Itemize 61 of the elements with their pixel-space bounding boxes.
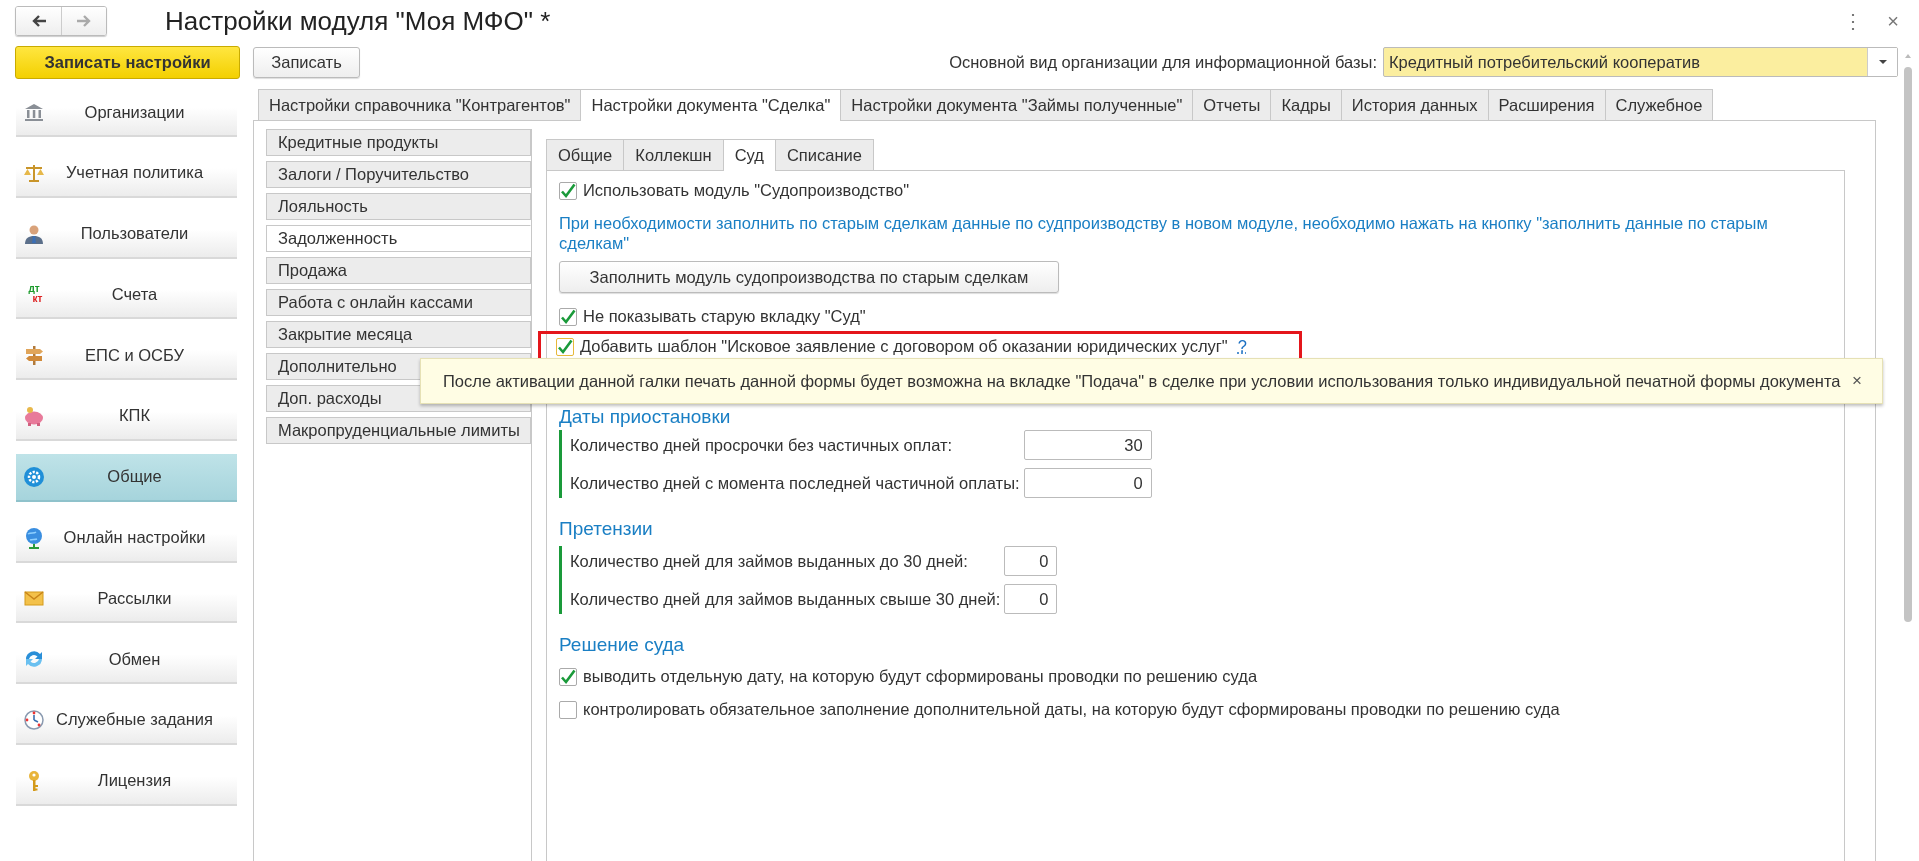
section-tab[interactable]: Макропруденциальные лимиты xyxy=(266,417,531,444)
field-label: Количество дней просрочки без частичных оплат: xyxy=(570,435,954,455)
number-field[interactable]: 0 xyxy=(1004,546,1058,576)
number-field[interactable]: 0 xyxy=(1023,468,1152,498)
field-label: Количество дней с момента последней частичной оплаты: xyxy=(570,473,1020,493)
checkbox[interactable] xyxy=(559,307,577,326)
checkbox-label: Использовать модуль "Судопроизводство" xyxy=(583,181,910,200)
tab[interactable]: Списание xyxy=(774,139,874,170)
clock-icon xyxy=(22,707,46,732)
tab[interactable]: Общие xyxy=(546,139,625,170)
piggy-bank-icon xyxy=(22,404,46,428)
tab[interactable]: Суд xyxy=(722,139,776,171)
info-text: При необходимости заполнить по старым сделкам данные по судпроизводству в новом модуле, необходимо нажать на кнопку "заполнить данные по старым сделкам" xyxy=(559,213,1769,253)
help-link[interactable]: ? xyxy=(1237,337,1247,356)
checkbox-label: Не показывать старую вкладку "Суд" xyxy=(583,307,866,326)
checkbox-label: выводить отдельную дату, на которую будут сформированы проводки по решению суда xyxy=(583,667,1258,686)
section-tab[interactable]: Кредитные продукты xyxy=(266,129,531,156)
section-tab[interactable]: Лояльность xyxy=(266,193,531,220)
section-tab[interactable]: Продажа xyxy=(266,257,531,284)
organization-type-dropdown[interactable]: Кредитный потребительский кооператив xyxy=(1383,47,1898,77)
save-settings-button[interactable]: Записать настройки xyxy=(15,45,240,79)
tab[interactable]: История данных xyxy=(1340,89,1489,120)
section-tab[interactable]: Закрытие месяца xyxy=(266,321,531,348)
more-menu-button[interactable]: ⋮ xyxy=(1843,11,1864,31)
close-button[interactable]: × xyxy=(1887,11,1899,31)
tab[interactable]: Отчеты xyxy=(1192,89,1272,120)
section-tab[interactable]: Задолженность xyxy=(266,225,531,252)
back-button[interactable] xyxy=(16,7,61,35)
section-tab[interactable]: Работа с онлайн кассами xyxy=(266,289,531,316)
debit-credit-icon: дт кт xyxy=(22,284,46,305)
field-label: Количество дней для займов выданных до 30 дней: xyxy=(570,551,969,571)
field-label: Количество дней для займов выданных свыше 30 дней: xyxy=(570,589,1001,609)
tab[interactable]: Служебное xyxy=(1604,89,1714,120)
sidebar-item[interactable]: Общие xyxy=(16,453,237,502)
section-heading: Даты приостановки xyxy=(559,406,731,428)
caret-icon xyxy=(1878,60,1887,64)
section-tab[interactable]: Залоги / Поручительство xyxy=(266,161,531,188)
checkbox[interactable] xyxy=(559,181,577,200)
window-title: Настройки модуля "Моя МФО" * xyxy=(165,5,551,37)
checkbox-label: контролировать обязательное заполнение дополнительной даты, на которую будут сформированы проводки по решению суда xyxy=(583,700,1560,719)
right-arrow-icon xyxy=(76,13,92,29)
fill-module-button[interactable]: Заполнить модуль судопроизводства по старым сделкам xyxy=(559,261,1059,293)
gear-icon xyxy=(22,464,46,489)
number-field[interactable]: 30 xyxy=(1023,430,1152,460)
close-button[interactable]: × xyxy=(1852,371,1862,391)
checkbox[interactable] xyxy=(556,337,574,356)
tab[interactable]: Коллекшн xyxy=(623,139,724,170)
checkbox[interactable] xyxy=(559,700,577,719)
save-button[interactable]: Записать xyxy=(253,46,360,78)
section-heading: Решение суда xyxy=(559,634,685,656)
number-field[interactable]: 0 xyxy=(1004,584,1058,614)
tab[interactable]: Настройки документа "Сделка" xyxy=(580,89,842,121)
checkbox[interactable] xyxy=(559,667,577,686)
field-label: Основной вид организации для информационной базы: xyxy=(949,52,1377,72)
tab[interactable]: Настройки документа "Займы полученные" xyxy=(840,89,1194,120)
section-heading: Претензии xyxy=(559,518,653,540)
tab[interactable]: Кадры xyxy=(1270,89,1342,120)
left-arrow-icon xyxy=(30,13,47,29)
tab[interactable]: Расширения xyxy=(1487,89,1606,120)
tab[interactable]: Настройки справочника "Контрагентов" xyxy=(258,89,582,120)
checkbox-label: Добавить шаблон "Исковое заявление с договором об оказании юридических услуг" xyxy=(580,337,1228,356)
